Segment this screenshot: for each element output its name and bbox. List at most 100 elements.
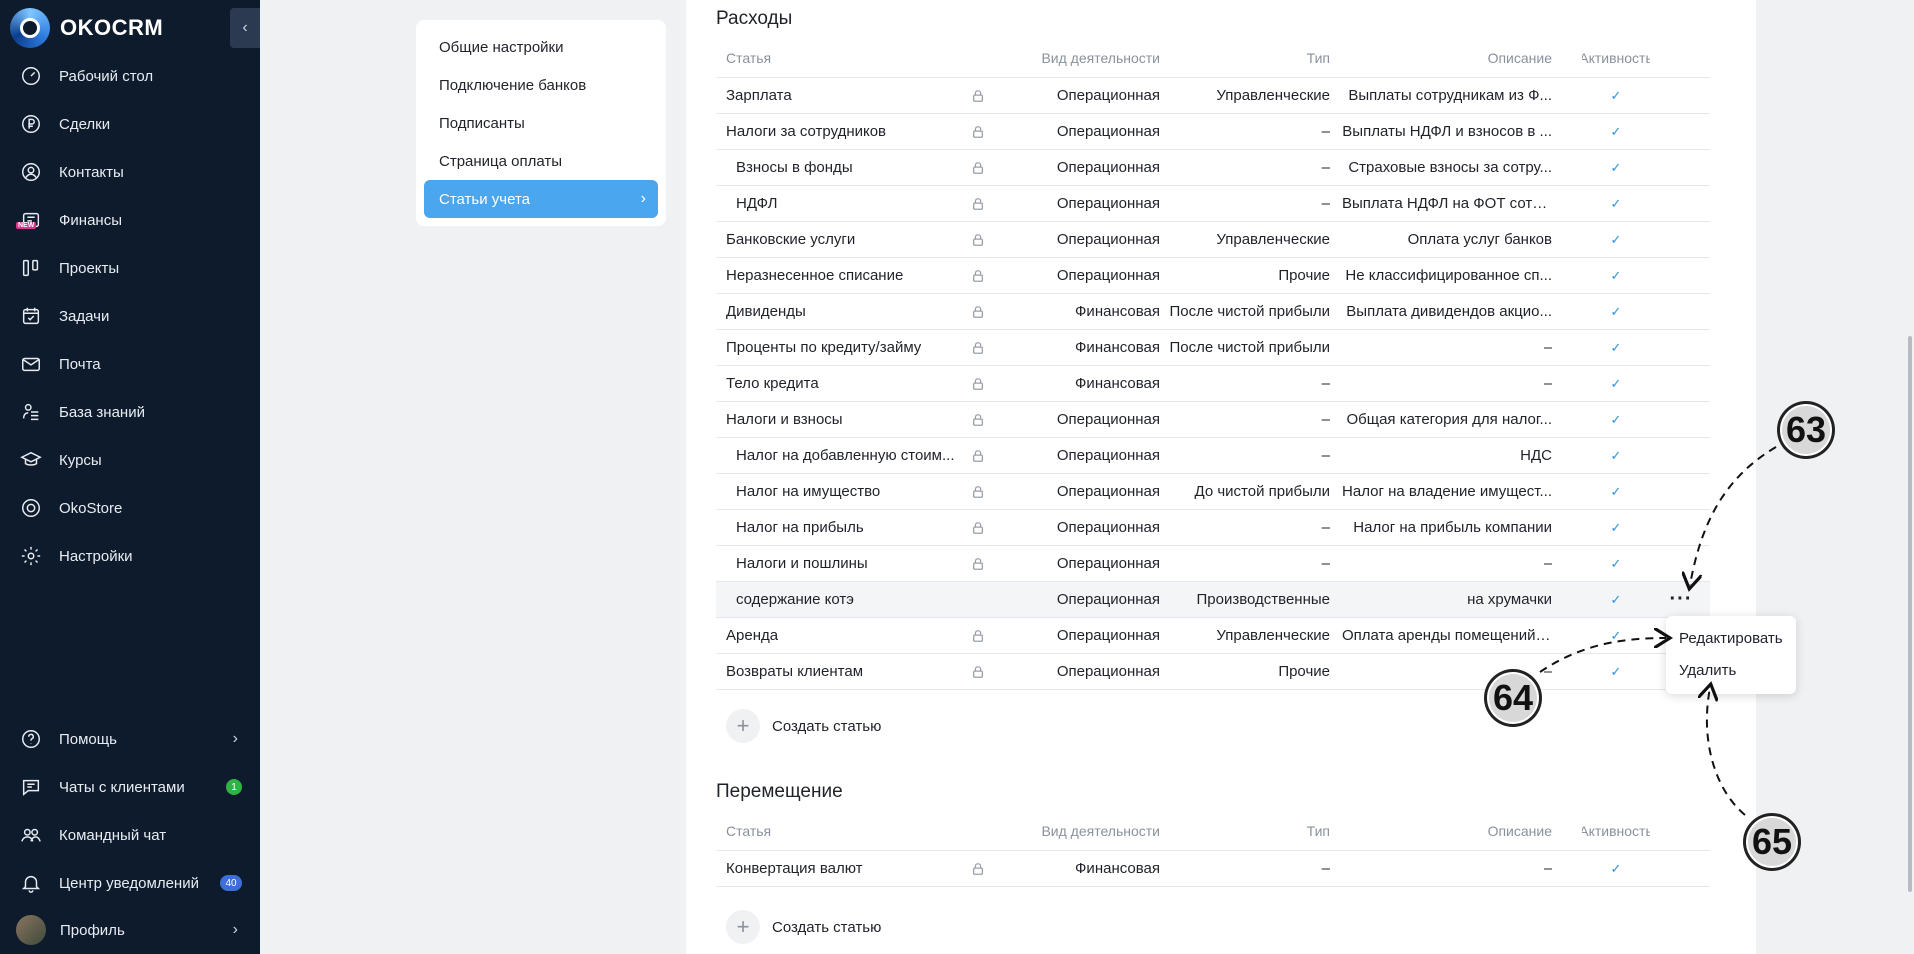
- col-active: Активность: [1582, 822, 1650, 839]
- row-type: Прочие: [1278, 663, 1330, 680]
- sidebar-item-label: Проекты: [59, 259, 120, 277]
- row-description: –: [1342, 366, 1552, 401]
- row-activity: Операционная: [1056, 159, 1160, 176]
- menu-delete[interactable]: Удалить: [1679, 658, 1736, 682]
- sidebar-bottom-item-1[interactable]: Помощь ›: [0, 719, 260, 759]
- row-description-text: Общая категория для налог...: [1346, 411, 1552, 428]
- row-name-text: Налоги за сотрудников: [726, 123, 887, 140]
- row-activity: Финансовая: [1075, 375, 1160, 392]
- row-description-text: –: [1543, 339, 1552, 356]
- lock-icon: [970, 438, 986, 473]
- row-name-text: Налоги и взносы: [726, 411, 843, 428]
- lock-icon: [970, 78, 986, 113]
- lock-icon: [970, 222, 986, 257]
- sidebar-item-7[interactable]: Почта: [0, 344, 260, 384]
- table-row[interactable]: Аренда Операционная Управленческие Оплат…: [716, 618, 1710, 654]
- sidebar-item-9[interactable]: Курсы: [0, 440, 260, 480]
- check-icon: ✓: [1610, 483, 1622, 499]
- row-name: Налоги и пошлины: [736, 546, 956, 581]
- table-row[interactable]: НДФЛ Операционная – Выплата НДФЛ на ФОТ …: [716, 186, 1710, 222]
- menu-edit[interactable]: Редактировать: [1679, 626, 1783, 650]
- col-description: Описание: [1487, 822, 1552, 839]
- kanban-icon: [19, 256, 43, 280]
- row-type: До чистой прибыли: [1194, 483, 1330, 500]
- row-activity: Финансовая: [1075, 339, 1160, 356]
- sidebar-item-4[interactable]: NEW Финансы: [0, 200, 260, 240]
- lock-icon: [970, 851, 986, 886]
- sidebar-item-8[interactable]: База знаний: [0, 392, 260, 432]
- callout-64: 64: [1485, 670, 1541, 726]
- table-row[interactable]: Дивиденды Финансовая После чистой прибыл…: [716, 294, 1710, 330]
- sidebar-item-10[interactable]: OkoStore: [0, 488, 260, 528]
- table-row[interactable]: Налоги и взносы Операционная – Общая кат…: [716, 402, 1710, 438]
- check-icon: ✓: [1610, 231, 1622, 247]
- sidebar-item-2[interactable]: Сделки: [0, 104, 260, 144]
- sidebar-item-6[interactable]: Задачи: [0, 296, 260, 336]
- row-type: –: [1321, 447, 1330, 464]
- create-transfer-article-button[interactable]: + Создать статью: [726, 910, 881, 944]
- settings-nav-item-1[interactable]: Общие настройки: [424, 28, 658, 66]
- row-description-text: НДС: [1520, 447, 1552, 464]
- table-row[interactable]: Налог на добавленную стоим... Операционн…: [716, 438, 1710, 474]
- row-activity: Операционная: [1056, 123, 1160, 140]
- sidebar-item-3[interactable]: Контакты: [0, 152, 260, 192]
- sidebar-item-label: Сделки: [59, 115, 111, 133]
- row-description: Выплаты сотрудникам из Ф...: [1342, 78, 1552, 113]
- create-expense-article-button[interactable]: + Создать статью: [726, 709, 881, 743]
- chevron-right-icon: ›: [232, 921, 238, 938]
- table-row[interactable]: Налоги и пошлины Операционная – – ✓: [716, 546, 1710, 582]
- table-row[interactable]: Взносы в фонды Операционная – Страховые …: [716, 150, 1710, 186]
- row-name: Налог на добавленную стоим...: [736, 438, 956, 473]
- chevron-left-icon: ‹: [242, 19, 248, 36]
- sidebar-bottom-item-3[interactable]: Командный чат: [0, 815, 260, 855]
- table-row[interactable]: Проценты по кредиту/займу Финансовая Пос…: [716, 330, 1710, 366]
- sidebar-item-1[interactable]: Рабочий стол: [0, 56, 260, 96]
- check-icon: ✓: [1610, 123, 1622, 139]
- row-type: Управленческие: [1216, 87, 1330, 104]
- scrollbar[interactable]: [1908, 336, 1912, 892]
- row-activity: Операционная: [1056, 267, 1160, 284]
- table-row[interactable]: Тело кредита Финансовая – – ✓: [716, 366, 1710, 402]
- table-row[interactable]: содержание котэ Операционная Производств…: [716, 582, 1710, 618]
- sidebar-item-label: Контакты: [59, 163, 124, 181]
- more-options-button[interactable]: ···: [1666, 582, 1696, 617]
- row-name-text: Неразнесенное списание: [726, 267, 904, 284]
- table-row[interactable]: Налог на прибыль Операционная – Налог на…: [716, 510, 1710, 546]
- table-row[interactable]: Налоги за сотрудников Операционная – Вып…: [716, 114, 1710, 150]
- sidebar-item-label: Помощь: [59, 730, 117, 748]
- check-icon: ✓: [1610, 555, 1622, 571]
- sidebar-item-label: Задачи: [59, 307, 110, 325]
- row-description-text: –: [1543, 663, 1552, 680]
- settings-nav-item-5[interactable]: Статьи учета ›: [424, 180, 658, 218]
- table-row[interactable]: Конвертация валют Финансовая – – ✓: [716, 851, 1710, 887]
- row-activity: Операционная: [1056, 663, 1160, 680]
- logo[interactable]: OKOCRM: [10, 8, 163, 48]
- row-description: Общая категория для налог...: [1342, 402, 1552, 437]
- sidebar-bottom-item-2[interactable]: Чаты с клиентами 1: [0, 767, 260, 807]
- table-row[interactable]: Налог на имущество Операционная До чисто…: [716, 474, 1710, 510]
- row-description: Налог на прибыль компании: [1342, 510, 1552, 545]
- settings-nav-item-2[interactable]: Подключение банков: [424, 66, 658, 104]
- sidebar-item-11[interactable]: Настройки: [0, 536, 260, 576]
- sidebar-item-5[interactable]: Проекты: [0, 248, 260, 288]
- table-row[interactable]: Зарплата Операционная Управленческие Вып…: [716, 78, 1710, 114]
- row-name-text: Взносы в фонды: [736, 159, 853, 176]
- knowledge-icon: [19, 400, 43, 424]
- sidebar-bottom-item-5[interactable]: Профиль ›: [0, 910, 260, 950]
- sidebar-bottom-item-4[interactable]: Центр уведомлений 40: [0, 863, 260, 903]
- row-description-text: Выплата НДФЛ на ФОТ сотр...: [1342, 195, 1552, 212]
- col-description: Описание: [1487, 49, 1552, 66]
- ruble-icon: [19, 112, 43, 136]
- settings-nav-item-4[interactable]: Страница оплаты: [424, 142, 658, 180]
- lock-icon: [970, 618, 986, 653]
- settings-nav-item-3[interactable]: Подписанты: [424, 104, 658, 142]
- table-row[interactable]: Неразнесенное списание Операционная Проч…: [716, 258, 1710, 294]
- row-name-text: Налоги и пошлины: [736, 555, 868, 572]
- table-row[interactable]: Возвраты клиентам Операционная Прочие – …: [716, 654, 1710, 690]
- row-name: содержание котэ: [736, 582, 956, 617]
- collapse-sidebar-button[interactable]: ‹: [230, 8, 260, 48]
- table-row[interactable]: Банковские услуги Операционная Управленч…: [716, 222, 1710, 258]
- row-activity: Операционная: [1056, 555, 1160, 572]
- row-type: Прочие: [1278, 267, 1330, 284]
- row-name: Налог на прибыль: [736, 510, 956, 545]
